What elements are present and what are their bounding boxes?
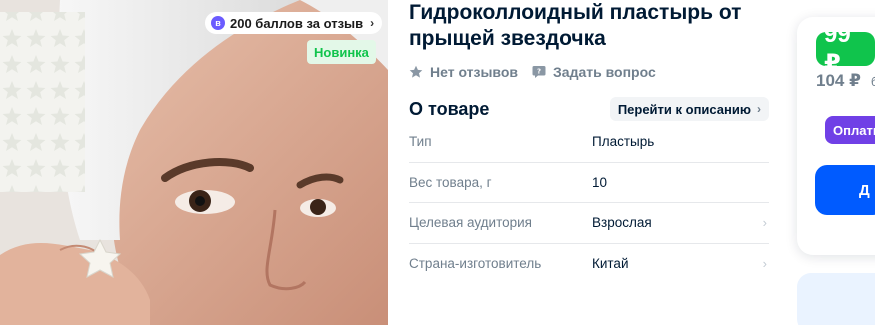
goto-description-label: Перейти к описанию [617, 101, 751, 117]
reviews-label: Нет отзывов [430, 64, 519, 80]
spec-key: Тип [409, 134, 432, 150]
spec-value: Пластырь [592, 134, 655, 150]
product-meta: Нет отзывов ? Задать вопрос [409, 64, 656, 80]
points-icon: в [211, 16, 225, 30]
chevron-right-icon: › [370, 16, 375, 30]
spec-key: Страна-изготовитель [409, 256, 542, 272]
spec-row[interactable]: Целевая аудитория Взрослая › [409, 203, 769, 244]
ask-question-label: Задать вопрос [553, 64, 656, 80]
old-price-suffix: б [870, 74, 875, 89]
specs-table: Тип Пластырь Вес товара, г 10 Целевая ау… [409, 122, 769, 284]
goto-description-button[interactable]: Перейти к описанию › [609, 97, 769, 121]
question-bubble-icon: ? [532, 66, 546, 78]
secondary-card [797, 273, 875, 325]
product-title: Гидроколлоидный пластырь от прыщей звезд… [409, 1, 742, 50]
svg-text:?: ? [537, 68, 541, 76]
old-price: 104 ₽ [816, 71, 861, 90]
spec-row: Вес товара, г 10 [409, 163, 769, 203]
spec-value: Китай [592, 256, 629, 272]
product-photo[interactable]: в 200 баллов за отзыв › Новинка [0, 0, 388, 325]
chevron-right-icon: › [762, 256, 767, 272]
points-for-review-badge[interactable]: в 200 баллов за отзыв › [205, 12, 383, 34]
add-to-cart-button[interactable]: Д [815, 165, 875, 215]
spec-value: 10 [592, 174, 608, 190]
spec-value: Взрослая [592, 215, 652, 231]
spec-row: Тип Пластырь [409, 122, 769, 163]
chevron-right-icon: › [762, 215, 767, 231]
star-icon [409, 65, 423, 78]
pay-button[interactable]: Оплати [825, 116, 875, 144]
spec-key: Вес товара, г [409, 174, 492, 190]
about-header: О товаре Перейти к описанию › [409, 97, 769, 121]
chevron-right-icon: › [757, 102, 761, 116]
reviews-link[interactable]: Нет отзывов [409, 64, 518, 80]
spec-key: Целевая аудитория [409, 215, 532, 231]
spec-row[interactable]: Страна-изготовитель Китай › [409, 244, 769, 285]
ask-question-link[interactable]: ? Задать вопрос [532, 64, 656, 80]
current-price: 99 ₽ [816, 21, 875, 77]
old-price-row: 104 ₽ б [816, 71, 875, 91]
new-badge: Новинка [307, 40, 376, 64]
points-badge-label: 200 баллов за отзыв [230, 15, 364, 31]
about-title: О товаре [409, 98, 490, 119]
